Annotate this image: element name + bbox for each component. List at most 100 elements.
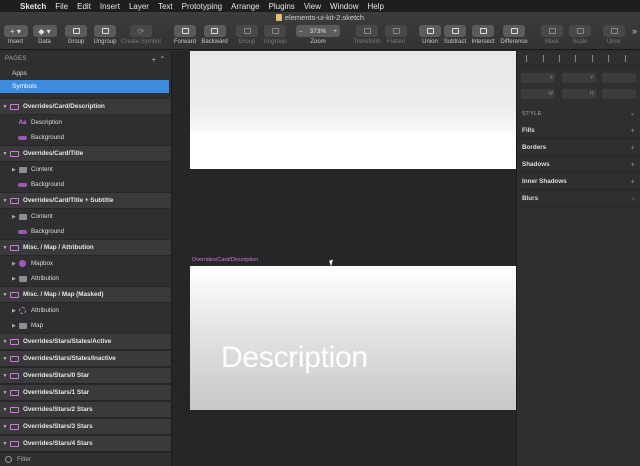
- layer-artboard[interactable]: ▼ Overrides/Stars/4 Stars: [0, 435, 171, 452]
- zoom-out-button[interactable]: –: [299, 28, 303, 35]
- disclosure-triangle-icon[interactable]: ▼: [0, 198, 10, 204]
- layer-artboard[interactable]: ▼ Overrides/Stars/0 Star: [0, 367, 171, 384]
- blur-toggle-icon[interactable]: ▫: [632, 194, 635, 203]
- blurs-section[interactable]: Blurs ▫: [517, 190, 640, 207]
- disclosure-triangle-icon[interactable]: ▼: [0, 356, 10, 362]
- disclosure-triangle-icon[interactable]: ▼: [0, 104, 10, 110]
- y-field[interactable]: Y: [561, 73, 596, 83]
- disclosure-triangle-icon[interactable]: ▼: [0, 424, 10, 430]
- backward-button[interactable]: Backward: [200, 25, 229, 45]
- distribute-icon[interactable]: [624, 54, 631, 62]
- layer-symbol[interactable]: Background: [0, 224, 171, 239]
- menu-prototyping[interactable]: Prototyping: [182, 2, 222, 11]
- align-bottom-icon[interactable]: [608, 54, 614, 62]
- height-field[interactable]: H: [561, 89, 596, 99]
- mask-button[interactable]: Mask: [541, 25, 563, 45]
- disclosure-triangle-icon[interactable]: ▶: [0, 167, 16, 173]
- filter-icon[interactable]: [5, 456, 12, 463]
- align-right-icon[interactable]: [559, 54, 565, 62]
- description-text-layer[interactable]: Description: [221, 341, 368, 375]
- insert-button[interactable]: + ▾ Insert: [3, 25, 28, 45]
- unior-button[interactable]: Unior: [603, 25, 625, 45]
- layer-text[interactable]: Aa Description: [0, 115, 171, 130]
- layer-artboard[interactable]: ▼ Overrides/Stars/States/Inactive: [0, 350, 171, 367]
- transform-button[interactable]: Transform: [352, 25, 382, 45]
- layer-artboard[interactable]: ▼ Overrides/Card/Title: [0, 145, 171, 162]
- zoom-stepper[interactable]: – 373% +: [296, 25, 340, 37]
- layer-folder[interactable]: ▶ Content: [0, 162, 171, 177]
- align-center-icon[interactable]: [542, 54, 549, 62]
- disclosure-triangle-icon[interactable]: ▼: [0, 292, 10, 298]
- layer-artboard[interactable]: ▼ Overrides/Stars/1 Star: [0, 384, 171, 401]
- borders-section[interactable]: Borders +: [517, 139, 640, 156]
- x-field[interactable]: X: [521, 73, 555, 83]
- chevron-down-icon[interactable]: ⌄: [630, 111, 635, 117]
- flatten-button[interactable]: Flatten: [384, 25, 408, 45]
- add-inner-shadow-icon[interactable]: +: [630, 177, 635, 186]
- layer-artboard[interactable]: ▼ Overrides/Stars/2 Stars: [0, 401, 171, 418]
- menu-help[interactable]: Help: [367, 2, 383, 11]
- layer-artboard[interactable]: ▼ Overrides/Stars/3 Stars: [0, 418, 171, 435]
- disclosure-triangle-icon[interactable]: ▼: [0, 441, 10, 447]
- menu-arrange[interactable]: Arrange: [231, 2, 259, 11]
- disclosure-triangle-icon[interactable]: ▼: [0, 390, 10, 396]
- rotation-field[interactable]: [602, 73, 636, 83]
- menu-edit[interactable]: Edit: [77, 2, 91, 11]
- menu-view[interactable]: View: [304, 2, 321, 11]
- layer-artboard[interactable]: ▼ Misc. / Map / Attribution: [0, 239, 171, 256]
- menu-sketch[interactable]: Sketch: [20, 2, 46, 11]
- layer-symbol[interactable]: Background: [0, 130, 171, 145]
- intersect-button[interactable]: Intersect: [470, 25, 496, 45]
- create-symbol-button[interactable]: ⟳ Create Symbol: [120, 25, 162, 45]
- ungroup-button[interactable]: Ungroup: [92, 25, 118, 45]
- menu-insert[interactable]: Insert: [100, 2, 120, 11]
- group-button[interactable]: Group: [64, 25, 88, 45]
- inner-shadows-section[interactable]: Inner Shadows +: [517, 173, 640, 190]
- menu-file[interactable]: File: [55, 2, 68, 11]
- disclosure-triangle-icon[interactable]: ▼: [0, 245, 10, 251]
- add-shadow-icon[interactable]: +: [630, 160, 635, 169]
- forward-button[interactable]: Forward: [173, 25, 197, 45]
- align-left-icon[interactable]: [526, 54, 532, 62]
- layer-folder[interactable]: ▶ Content: [0, 209, 171, 224]
- disclosure-triangle-icon[interactable]: ▼: [0, 151, 10, 157]
- menu-window[interactable]: Window: [330, 2, 358, 11]
- disclosure-triangle-icon[interactable]: ▼: [0, 339, 10, 345]
- align-top-icon[interactable]: [575, 54, 581, 62]
- menu-text[interactable]: Text: [158, 2, 173, 11]
- disclosure-triangle-icon[interactable]: ▶: [0, 214, 16, 220]
- layer-symbol[interactable]: Background: [0, 177, 171, 192]
- layer-circle[interactable]: ▶ Mapbox: [0, 256, 171, 271]
- artboard-card-preview[interactable]: [190, 51, 516, 169]
- menu-plugins[interactable]: Plugins: [269, 2, 295, 11]
- disclosure-triangle-icon[interactable]: ▼: [0, 407, 10, 413]
- toolbar-overflow-button[interactable]: »: [632, 26, 637, 36]
- canvas[interactable]: Overrides/Card/Description Description: [172, 51, 516, 466]
- layer-folder[interactable]: ▶ Map: [0, 318, 171, 333]
- zoom-in-button[interactable]: +: [333, 28, 337, 35]
- disclosure-triangle-icon[interactable]: ▶: [0, 308, 16, 314]
- layer-artboard[interactable]: ▼ Overrides/Card/Title + Subtitle: [0, 192, 171, 209]
- add-page-button[interactable]: + ⌃: [152, 55, 167, 64]
- ungroup-button-2[interactable]: Ungroup: [262, 25, 288, 45]
- layer-artboard[interactable]: ▼ Overrides/Stars/States/Active: [0, 333, 171, 350]
- data-button[interactable]: ◆ ▾ Data: [32, 25, 57, 45]
- add-border-icon[interactable]: +: [630, 143, 635, 152]
- disclosure-triangle-icon[interactable]: ▶: [0, 276, 16, 282]
- group-button-2[interactable]: Group: [235, 25, 259, 45]
- flip-field[interactable]: [602, 89, 636, 99]
- filter-bar[interactable]: Filter: [0, 452, 171, 466]
- disclosure-triangle-icon[interactable]: ▶: [0, 323, 16, 329]
- width-field[interactable]: W: [521, 89, 555, 99]
- shadows-section[interactable]: Shadows +: [517, 156, 640, 173]
- menu-layer[interactable]: Layer: [129, 2, 149, 11]
- page-symbols[interactable]: Symbols: [0, 80, 169, 93]
- scale-button[interactable]: Scale: [569, 25, 591, 45]
- disclosure-triangle-icon[interactable]: ▶: [0, 261, 16, 267]
- zoom-control[interactable]: – 373% + Zoom: [295, 25, 341, 45]
- artboard-card-description[interactable]: Description: [190, 266, 516, 410]
- add-fill-icon[interactable]: +: [630, 126, 635, 135]
- union-button[interactable]: Union: [419, 25, 441, 45]
- subtract-button[interactable]: Subtract: [443, 25, 467, 45]
- layer-ring[interactable]: ▶ Attribution: [0, 303, 171, 318]
